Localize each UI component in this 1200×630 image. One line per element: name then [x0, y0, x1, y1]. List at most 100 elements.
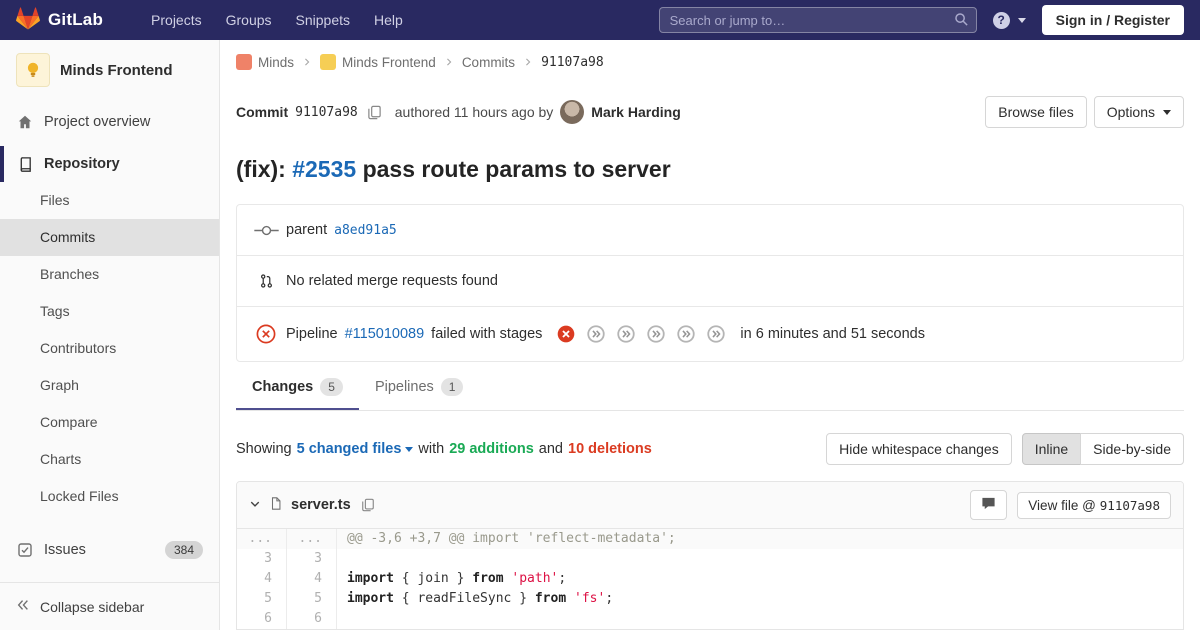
breadcrumb-label: Minds [258, 54, 295, 70]
collapse-sidebar-button[interactable]: Collapse sidebar [0, 582, 219, 630]
sidebar-item-commits[interactable]: Commits [0, 219, 219, 256]
old-line-number: ... [237, 529, 287, 549]
copy-filename-button[interactable] [359, 496, 377, 514]
stage-skipped-icon[interactable] [587, 325, 606, 343]
sidebar-item-contributors[interactable]: Contributors [0, 330, 219, 367]
breadcrumb-item-project[interactable]: Minds Frontend [320, 54, 436, 70]
navbar-right: ? Sign in / Register [658, 5, 1184, 35]
new-line-number[interactable]: 5 [287, 589, 337, 609]
diff-line: 33 [237, 549, 1183, 569]
new-line-number[interactable]: 4 [287, 569, 337, 589]
sidebar-item-charts[interactable]: Charts [0, 441, 219, 478]
issue-link[interactable]: #2535 [292, 156, 356, 182]
stage-skipped-icon[interactable] [617, 325, 636, 343]
tabs: Changes 5 Pipelines 1 [236, 364, 1184, 411]
tab-label: Pipelines [374, 379, 434, 395]
merge-request-row: No related merge requests found [237, 255, 1183, 306]
sidebar-item-files[interactable]: Files [0, 182, 219, 219]
pipeline-label: Pipeline [286, 326, 338, 342]
authored-text: authored 11 hours ago by [394, 104, 554, 120]
commit-info-box: parent a8ed91a5 No related merge request… [236, 204, 1184, 362]
chevron-right-icon [523, 55, 533, 70]
new-line-number[interactable]: 3 [287, 549, 337, 569]
sidebar-item-branches[interactable]: Branches [0, 256, 219, 293]
search-icon[interactable] [954, 12, 969, 30]
sidebar-item-project-overview[interactable]: Project overview [0, 104, 219, 140]
breadcrumb-item-sha: 91107a98 [541, 54, 604, 70]
title-suffix: pass route params to server [356, 156, 671, 182]
diff-summary-row: Showing 5 changed files with 29 addition… [236, 433, 1184, 465]
chevron-down-icon [1017, 17, 1026, 23]
sidebar-item-label: Issues [44, 542, 86, 558]
stage-skipped-icon[interactable] [707, 325, 726, 343]
navbar-left: GitLab Projects Groups Snippets Help [16, 0, 415, 40]
breadcrumb-item-commits[interactable]: Commits [462, 55, 515, 70]
sidebar-item-compare[interactable]: Compare [0, 404, 219, 441]
diff-line: 4 4 import { join } from 'path'; [237, 569, 1183, 589]
project-avatar [16, 53, 50, 87]
gitlab-home-link[interactable]: GitLab [16, 6, 103, 34]
help-menu[interactable]: ? [992, 11, 1026, 29]
stage-skipped-icon[interactable] [677, 325, 696, 343]
browse-files-button[interactable]: Browse files [985, 96, 1087, 128]
issues-count-badge: 384 [164, 541, 203, 559]
pipeline-status-text: failed with stages [431, 326, 543, 342]
breadcrumb-label: Commits [461, 54, 516, 70]
new-line-number: ... [287, 529, 337, 549]
chevron-right-icon [302, 55, 312, 70]
project-mini-avatar [320, 54, 337, 70]
sidebar-item-locked-files[interactable]: Locked Files [0, 478, 219, 515]
author-name[interactable]: Mark Harding [591, 104, 680, 120]
with-label: with [418, 441, 445, 457]
double-chevron-left-icon [16, 598, 30, 615]
breadcrumb-label: Minds Frontend [342, 54, 436, 70]
changes-count-badge: 5 [320, 378, 343, 396]
nav-item-groups[interactable]: Groups [214, 0, 284, 40]
code-line: import { join } from 'path'; [347, 571, 567, 586]
old-line-number[interactable]: 4 [237, 569, 287, 589]
main-content: Minds Minds Frontend Commits 91107a98 Co… [220, 40, 1200, 630]
old-line-number[interactable]: 5 [237, 589, 287, 609]
stage-skipped-icon[interactable] [647, 325, 666, 343]
sidebar-item-repository[interactable]: Repository [0, 146, 219, 182]
stage-failed-icon[interactable] [557, 325, 575, 343]
old-line-number[interactable]: 3 [237, 549, 287, 569]
view-file-label: View file @ [1028, 497, 1096, 513]
pipeline-status-row: Pipeline #115010089 failed with stages i… [237, 306, 1183, 361]
nav-item-snippets[interactable]: Snippets [284, 0, 362, 40]
old-line-number[interactable]: 6 [237, 609, 287, 629]
inline-view-button[interactable]: Inline [1021, 433, 1082, 465]
nav-item-projects[interactable]: Projects [139, 0, 214, 40]
collapse-file-chevron-icon[interactable] [249, 497, 261, 513]
tab-label: Changes [252, 379, 314, 395]
pipeline-link[interactable]: #115010089 [345, 326, 425, 342]
sidebar-item-tags[interactable]: Tags [0, 293, 219, 330]
hide-whitespace-button[interactable]: Hide whitespace changes [826, 433, 1012, 465]
diff-lines: 3 3 4 4 import { join } from 'path'; 5 5 import… [237, 549, 1183, 629]
tab-changes[interactable]: Changes 5 [236, 364, 359, 410]
gitlab-logo-icon [16, 6, 40, 34]
tab-pipelines[interactable]: Pipelines 1 [359, 364, 480, 410]
search-input[interactable] [658, 7, 977, 33]
comment-button[interactable] [970, 490, 1008, 520]
sidebar-item-graph[interactable]: Graph [0, 367, 219, 404]
parent-sha-link[interactable]: a8ed91a5 [334, 223, 397, 238]
copy-sha-button[interactable] [365, 103, 384, 122]
commit-meta-row: Commit 91107a98 authored 11 hours ago by… [236, 96, 1184, 128]
hunk-header-row: ... ... @@ -3,6 +3,7 @@ import 'reflect-… [237, 529, 1183, 549]
sign-in-button[interactable]: Sign in / Register [1041, 5, 1184, 35]
side-by-side-view-button[interactable]: Side-by-side [1080, 433, 1184, 465]
new-line-number[interactable]: 6 [287, 609, 337, 629]
diff-view-controls: Hide whitespace changes Inline Side-by-s… [826, 433, 1184, 465]
project-header[interactable]: Minds Frontend [0, 40, 219, 100]
breadcrumb-item-group[interactable]: Minds [236, 54, 294, 70]
nav-item-help[interactable]: Help [362, 0, 415, 40]
commit-label: Commit [236, 104, 289, 120]
repository-icon [16, 156, 34, 172]
sidebar-item-issues[interactable]: Issues 384 [0, 531, 219, 569]
view-file-button[interactable]: View file @ 91107a98 [1017, 491, 1171, 519]
changed-files-dropdown[interactable]: 5 changed files [297, 441, 414, 457]
options-dropdown-button[interactable]: Options [1093, 96, 1184, 128]
diff-line: 66 [237, 609, 1183, 629]
